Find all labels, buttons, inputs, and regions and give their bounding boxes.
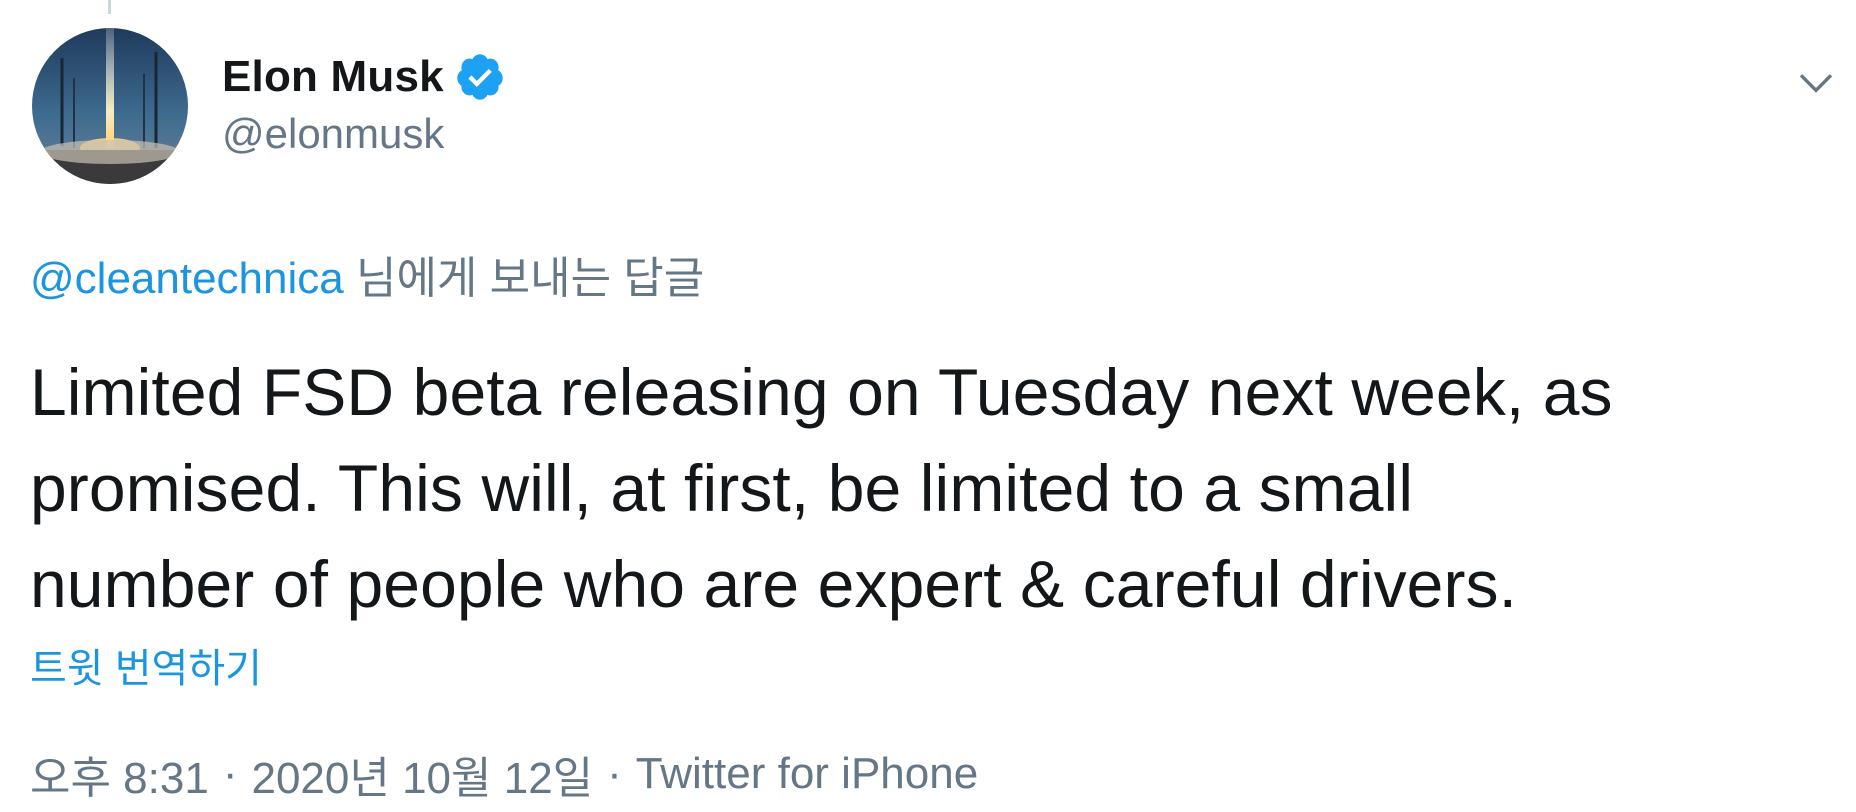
tweet-time-link[interactable]: 오후 8:31 bbox=[30, 742, 209, 806]
avatar[interactable] bbox=[32, 28, 188, 184]
tweet-text-line-1: Limited FSD beta releasing on Tuesday ne… bbox=[30, 355, 1613, 429]
tweet-text-line-3: number of people who are expert & carefu… bbox=[30, 547, 1518, 621]
tweet-source-link[interactable]: Twitter for iPhone bbox=[636, 749, 978, 799]
tweet-date-link[interactable]: 2020년 10월 12일 bbox=[251, 742, 593, 806]
reply-context-suffix: 님에게 보내는 답글 bbox=[343, 254, 705, 303]
meta-separator: · bbox=[607, 749, 622, 798]
tweet-text-line-2: promised. This will, at first, be limite… bbox=[30, 451, 1414, 525]
user-handle[interactable]: @elonmusk bbox=[222, 110, 506, 158]
chevron-down-icon bbox=[1799, 74, 1833, 93]
tweet-metadata: 오후 8:31 · 2020년 10월 12일 · Twitter for iP… bbox=[30, 742, 978, 806]
display-name[interactable]: Elon Musk bbox=[222, 52, 444, 102]
name-row: Elon Musk bbox=[222, 48, 506, 106]
author-block: Elon Musk @elonmusk bbox=[222, 48, 506, 158]
tweet-text: Limited FSD beta releasing on Tuesday ne… bbox=[30, 344, 1830, 632]
rocket-launch-avatar-icon bbox=[32, 28, 188, 184]
thread-connector-line bbox=[108, 0, 111, 14]
reply-mention-link[interactable]: @cleantechnica bbox=[30, 254, 344, 303]
tweet-header: Elon Musk @elonmusk bbox=[30, 26, 1856, 190]
reply-context: @cleantechnica 님에게 보내는 답글 bbox=[30, 242, 704, 306]
meta-separator: · bbox=[222, 749, 238, 798]
tweet-menu-button[interactable] bbox=[1786, 52, 1846, 112]
translate-tweet-link[interactable]: 트윗 번역하기 bbox=[30, 636, 262, 694]
verified-badge-icon bbox=[454, 51, 506, 103]
